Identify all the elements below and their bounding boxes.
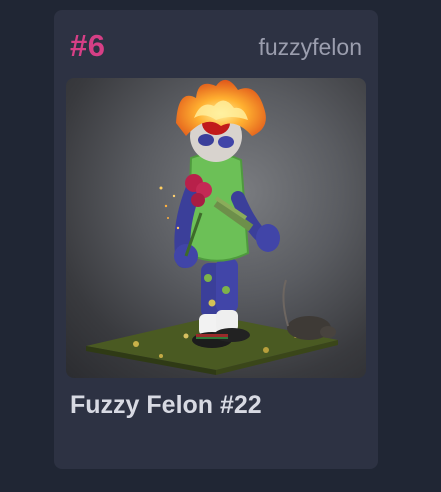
character-illustration bbox=[86, 79, 338, 375]
nft-title[interactable]: Fuzzy Felon #22 bbox=[70, 390, 262, 420]
nft-artwork-image[interactable] bbox=[66, 78, 366, 378]
rank-label: #6 bbox=[70, 28, 106, 63]
owner-link[interactable]: fuzzyfelon bbox=[258, 36, 362, 59]
nft-card[interactable]: #6 fuzzyfelon Fuzzy Felon #22 bbox=[54, 10, 378, 469]
